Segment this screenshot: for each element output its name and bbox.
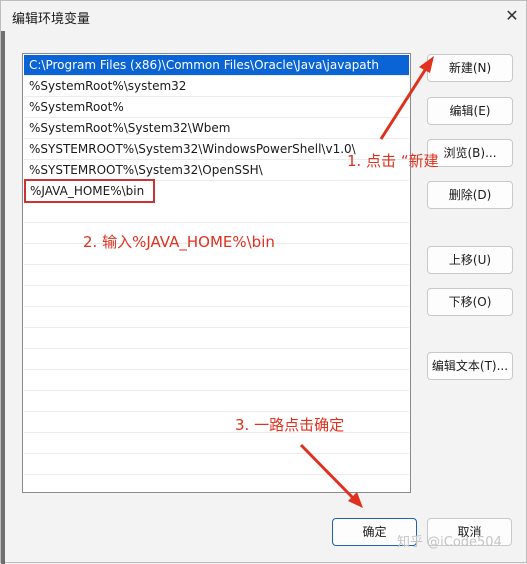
close-icon[interactable]: ✕ [501, 5, 523, 27]
path-list[interactable]: C:\Program Files (x86)\Common Files\Orac… [22, 53, 411, 493]
list-item[interactable]: %SystemRoot%\System32\Wbem [24, 118, 409, 139]
empty-row[interactable] [24, 475, 409, 492]
browse-button[interactable]: 浏览(B)... [427, 139, 513, 167]
list-item[interactable]: %SystemRoot% [24, 97, 409, 118]
list-item[interactable]: C:\Program Files (x86)\Common Files\Orac… [24, 55, 409, 76]
title-bar: 编辑环境变量 ✕ [1, 1, 527, 31]
list-item-text: %SYSTEMROOT%\System32\WindowsPowerShell\… [29, 142, 356, 156]
empty-row[interactable] [24, 265, 409, 286]
list-item[interactable]: %SystemRoot%\system32 [24, 76, 409, 97]
empty-row[interactable] [24, 454, 409, 475]
delete-button[interactable]: 删除(D) [427, 181, 513, 209]
list-item-text: %SystemRoot%\system32 [29, 79, 187, 93]
move-up-button[interactable]: 上移(U) [427, 246, 513, 274]
edit-env-variable-dialog: 编辑环境变量 ✕ C:\Program Files (x86)\Common F… [0, 0, 527, 564]
empty-row[interactable] [24, 349, 409, 370]
empty-row[interactable] [24, 328, 409, 349]
empty-row[interactable] [24, 412, 409, 433]
annotation-step1: 1. 点击 “新建 [347, 152, 439, 170]
annotation-step3: 3. 一路点击确定 [235, 416, 345, 434]
new-button[interactable]: 新建(N) [427, 54, 513, 82]
empty-row[interactable] [24, 307, 409, 328]
empty-row[interactable] [24, 433, 409, 454]
empty-row[interactable] [24, 202, 409, 223]
edit-button[interactable]: 编辑(E) [427, 97, 513, 125]
new-path-text: %JAVA_HOME%\bin [30, 184, 145, 198]
annotation-step2: 2. 输入%JAVA_HOME%\bin [83, 233, 275, 251]
window-title: 编辑环境变量 [12, 12, 91, 27]
edit-text-button[interactable]: 编辑文本(T)... [427, 352, 513, 380]
empty-row[interactable] [24, 391, 409, 412]
new-path-entry[interactable]: %JAVA_HOME%\bin [24, 179, 155, 203]
move-down-button[interactable]: 下移(O) [427, 288, 513, 316]
list-item-text: %SYSTEMROOT%\System32\OpenSSH\ [29, 163, 263, 177]
empty-row[interactable] [24, 286, 409, 307]
list-item-text: C:\Program Files (x86)\Common Files\Orac… [29, 58, 379, 72]
list-item-text: %SystemRoot% [29, 100, 124, 114]
watermark: 知乎 @iCode504 [397, 535, 502, 550]
window-edge [1, 31, 5, 564]
empty-row[interactable] [24, 370, 409, 391]
list-item-text: %SystemRoot%\System32\Wbem [29, 121, 231, 135]
